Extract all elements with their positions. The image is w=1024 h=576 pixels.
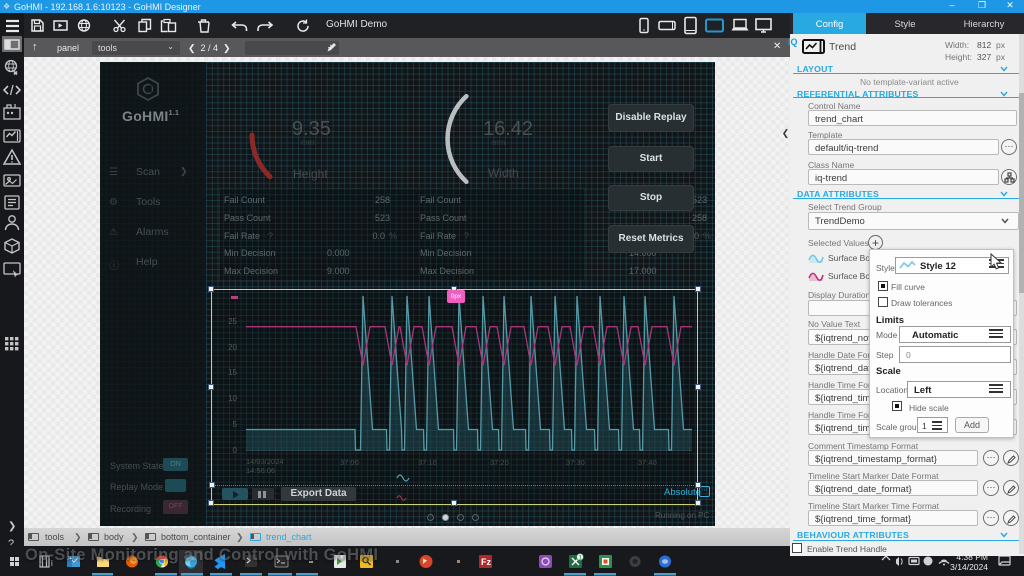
svg-text:Fz: Fz [481,557,491,567]
